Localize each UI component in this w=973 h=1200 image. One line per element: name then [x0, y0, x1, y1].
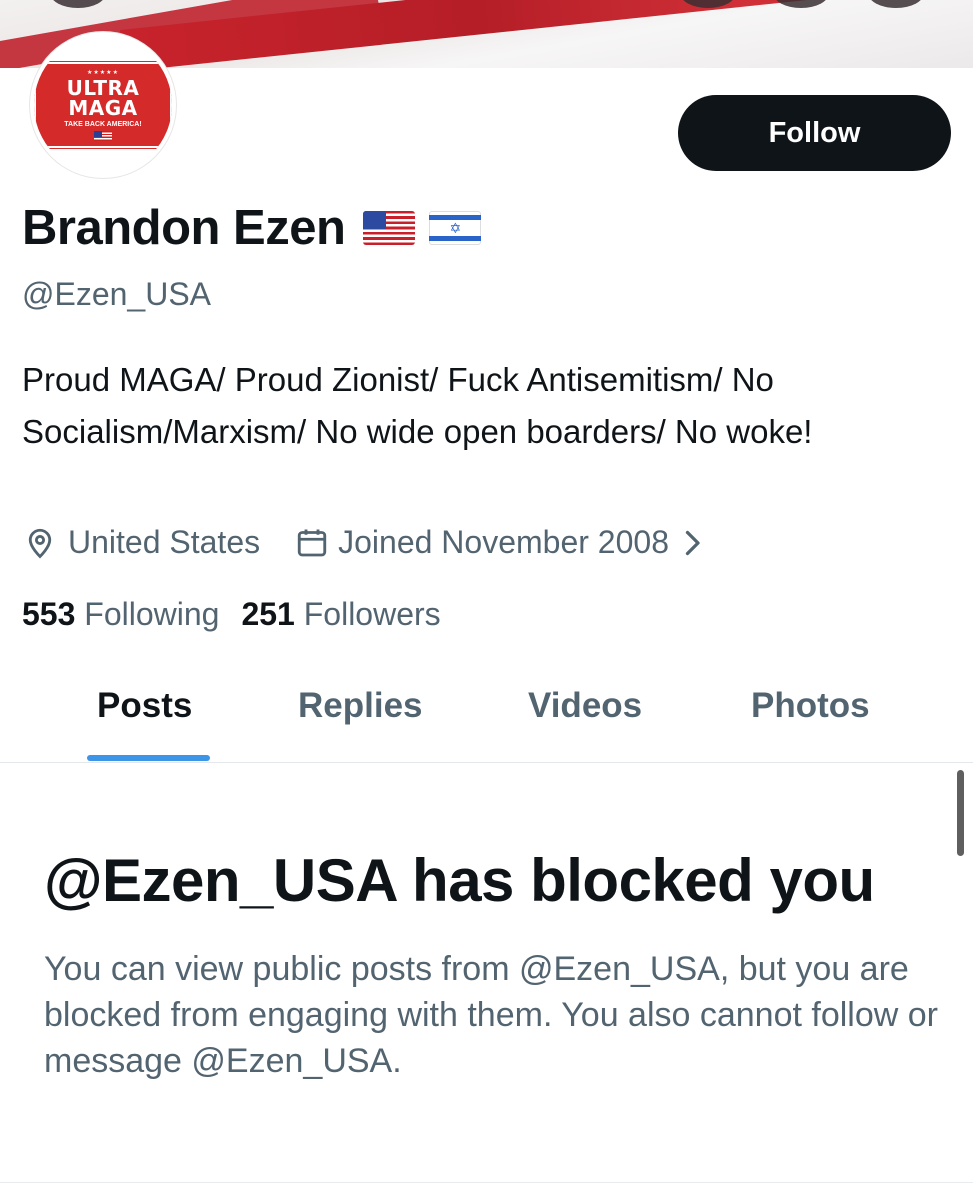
tab-videos[interactable]: Videos [528, 686, 642, 726]
following-label: Following [84, 596, 220, 632]
active-tab-indicator [87, 755, 210, 761]
location-pin-icon [22, 525, 58, 561]
location-text: United States [68, 524, 261, 560]
blocked-message: You can view public posts from @Ezen_USA… [44, 950, 938, 1080]
logo-line-3: TAKE BACK AMERICA! [64, 120, 142, 128]
profile-name-row: Brandon Ezen ✡ [22, 200, 482, 256]
joined-item[interactable]: Joined November 2008 [294, 524, 703, 561]
profile-handle: @Ezen_USA [22, 276, 212, 312]
display-name: Brandon Ezen [22, 201, 346, 255]
header-action-shape[interactable] [773, 0, 829, 8]
logo-line-1: ULTRA [66, 75, 140, 100]
followers-label: Followers [303, 596, 441, 632]
logo-flag-icon [94, 130, 112, 141]
israel-flag-icon: ✡ [429, 211, 482, 245]
tab-replies[interactable]: Replies [298, 686, 423, 726]
tab-photos[interactable]: Photos [751, 686, 870, 726]
profile-avatar[interactable]: ★★★★★ ULTRA MAGA TAKE BACK AMERICA! [30, 32, 176, 178]
blocked-title: @Ezen_USA has blocked you [44, 847, 875, 914]
logo-stars: ★★★★★ [87, 69, 119, 76]
scrollbar[interactable] [957, 770, 964, 856]
followers-count: 251 [241, 596, 295, 632]
chevron-right-icon [681, 528, 703, 558]
profile-tabs: Posts Replies Videos Photos [0, 660, 973, 763]
following-count: 553 [22, 596, 76, 632]
tab-posts[interactable]: Posts [97, 686, 192, 726]
divider [0, 1182, 973, 1183]
joined-text: Joined November 2008 [338, 524, 669, 560]
profile-stats: 553 Following 251 Followers [22, 596, 441, 633]
ultra-maga-logo: ★★★★★ ULTRA MAGA TAKE BACK AMERICA! [34, 61, 172, 149]
us-flag-icon [363, 211, 416, 245]
calendar-icon [294, 525, 330, 561]
profile-bio: Proud MAGA/ Proud Zionist/ Fuck Antisemi… [22, 361, 813, 450]
logo-line-2: MAGA [68, 95, 138, 120]
following-link[interactable]: 553 Following [22, 596, 219, 633]
header-action-shape[interactable] [868, 0, 924, 8]
followers-link[interactable]: 251 Followers [241, 596, 440, 633]
follow-button[interactable]: Follow [678, 95, 951, 171]
avatar-image: ★★★★★ ULTRA MAGA TAKE BACK AMERICA! [34, 36, 172, 174]
location-item: United States [22, 524, 260, 561]
profile-meta: United States Joined November 2008 [22, 524, 703, 561]
back-button-shape[interactable] [50, 0, 106, 8]
